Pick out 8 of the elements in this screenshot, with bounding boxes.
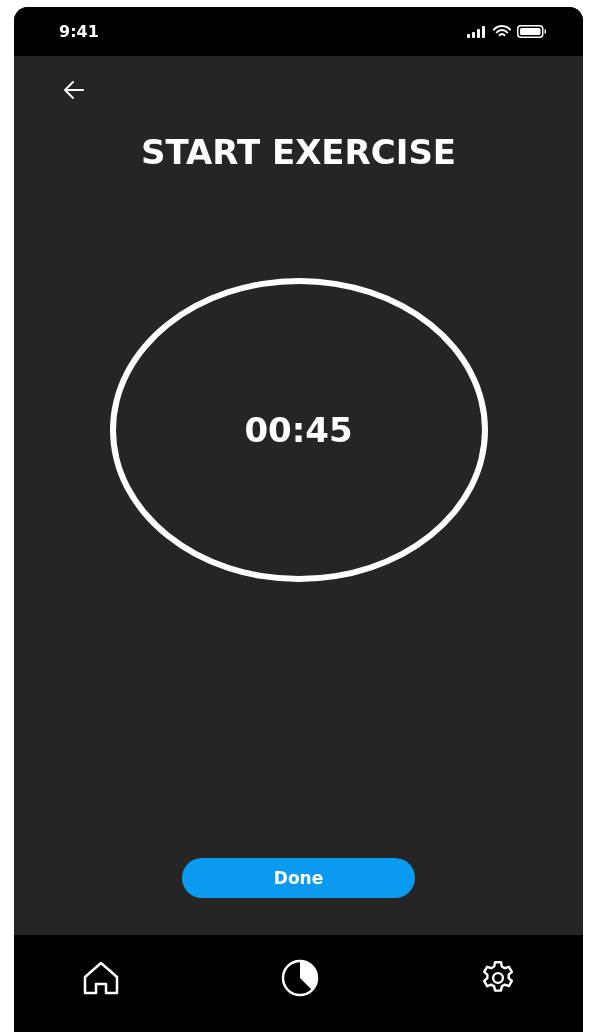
battery-icon (517, 25, 547, 38)
signal-icon (467, 25, 487, 38)
screen-title: START EXERCISE (140, 131, 457, 174)
done-button[interactable]: Done (182, 858, 415, 898)
timer-text: 00:45 (244, 410, 353, 450)
status-time: 9:41 (59, 22, 99, 41)
back-arrow-icon[interactable] (62, 78, 86, 102)
wifi-icon (493, 25, 511, 38)
